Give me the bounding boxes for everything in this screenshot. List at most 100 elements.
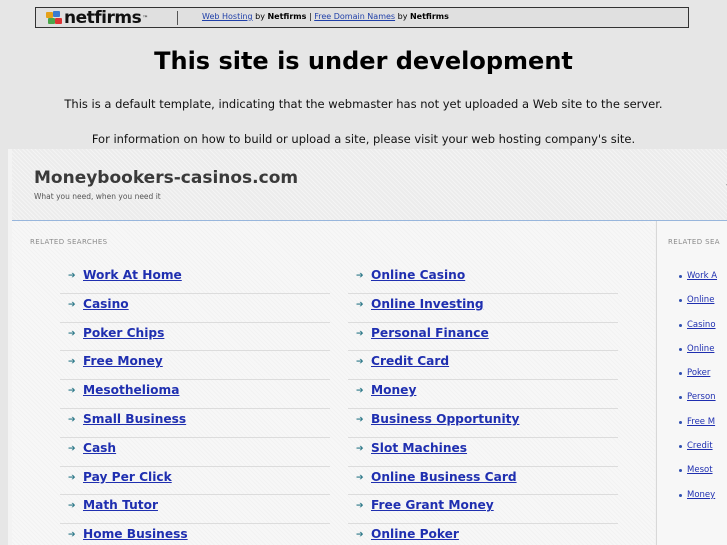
arrow-right-icon: ➔	[68, 472, 76, 483]
sidebar-keyword-item: Online	[679, 344, 727, 368]
links-divider: |	[308, 12, 312, 21]
keyword-item: ➔ Home Business	[60, 524, 330, 545]
sidebar-keyword-item: Work A	[679, 271, 727, 295]
keyword-link[interactable]: Online Poker	[371, 527, 459, 541]
keyword-link[interactable]: Casino	[83, 297, 129, 311]
arrow-right-icon: ➔	[356, 472, 364, 483]
keyword-item: ➔ Casino	[60, 294, 330, 323]
keyword-link[interactable]: Poker Chips	[83, 326, 164, 340]
sidebar-keyword-item: Money	[679, 490, 727, 514]
netfirms-logo-icon	[46, 11, 62, 25]
keyword-link[interactable]: Cash	[83, 441, 116, 455]
by-label-1: by	[255, 12, 265, 21]
keyword-link[interactable]: Work At Home	[83, 268, 182, 282]
sidebar-keyword-link[interactable]: Money	[687, 490, 715, 500]
arrow-right-icon: ➔	[68, 386, 76, 397]
netfirms-banner: netfirms ™ Web Hosting by Netfirms | Free…	[35, 7, 689, 28]
page: netfirms ™ Web Hosting by Netfirms | Free…	[0, 0, 727, 545]
keyword-item: ➔ Free Grant Money	[348, 495, 618, 525]
keyword-item: ➔ Personal Finance	[348, 323, 618, 352]
arrow-right-icon: ➔	[356, 530, 364, 541]
sidebar-related-heading: RELATED SEA	[668, 238, 720, 246]
related-searches-main: RELATED SEARCHES ➔ Work At Home ➔ Casino ➔ Po…	[12, 221, 655, 545]
keyword-item: ➔ Free Money	[60, 351, 330, 381]
arrow-right-icon: ➔	[356, 386, 364, 397]
web-hosting-link[interactable]: Web Hosting	[202, 12, 253, 21]
arrow-right-icon: ➔	[356, 271, 364, 281]
sidebar-keyword-item: Casino	[679, 320, 727, 344]
keyword-link[interactable]: Online Investing	[371, 297, 484, 311]
arrow-right-icon: ➔	[68, 501, 76, 512]
site-title[interactable]: Moneybookers-casinos.com	[34, 168, 298, 188]
arrow-right-icon: ➔	[356, 357, 364, 368]
sidebar-keyword-link[interactable]: Credit	[687, 441, 713, 451]
keyword-item: ➔ Poker Chips	[60, 323, 330, 352]
sidebar-keyword-item: Poker	[679, 368, 727, 392]
arrow-right-icon: ➔	[68, 271, 76, 281]
by-label-2: by	[397, 12, 408, 21]
arrow-right-icon: ➔	[356, 328, 364, 339]
keyword-link[interactable]: Credit Card	[371, 354, 449, 368]
keyword-item: ➔ Math Tutor	[60, 495, 330, 525]
sidebar-keyword-link[interactable]: Person	[687, 392, 716, 402]
bullet-icon	[679, 323, 682, 327]
sidebar-keyword-link[interactable]: Poker	[687, 368, 710, 378]
keyword-list-left: ➔ Work At Home ➔ Casino ➔ Poker Chips ➔ Free Mo…	[60, 265, 330, 545]
keyword-link[interactable]: Online Business Card	[371, 470, 517, 484]
related-searches-sidebar: RELATED SEA Work A Online Casino Online Poke…	[656, 221, 727, 545]
parked-page-header: Moneybookers-casinos.com What you need, …	[12, 149, 727, 221]
sidebar-keyword-item: Person	[679, 392, 727, 416]
keyword-item: ➔ Small Business	[60, 409, 330, 438]
keyword-link[interactable]: Math Tutor	[83, 498, 158, 512]
sidebar-keyword-link[interactable]: Work A	[687, 271, 717, 281]
arrow-right-icon: ➔	[356, 414, 364, 425]
page-title: This site is under development	[154, 47, 573, 75]
keyword-item: ➔ Work At Home	[60, 265, 330, 294]
keyword-item: ➔ Money	[348, 380, 618, 409]
keyword-item: ➔ Online Investing	[348, 294, 618, 323]
keyword-item: ➔ Online Business Card	[348, 467, 618, 496]
sidebar-keyword-link[interactable]: Online	[687, 344, 714, 354]
keyword-link[interactable]: Business Opportunity	[371, 412, 519, 426]
keyword-link[interactable]: Slot Machines	[371, 441, 467, 455]
notice-line-2: For information on how to build or uploa…	[91, 132, 636, 146]
arrow-right-icon: ➔	[68, 443, 76, 454]
keyword-link[interactable]: Small Business	[83, 412, 186, 426]
netfirms-brand-2: Netfirms	[409, 12, 449, 21]
bullet-icon	[679, 275, 682, 278]
related-searches-heading: RELATED SEARCHES	[30, 238, 108, 246]
bullet-icon	[679, 396, 682, 400]
sidebar-keyword-item: Online	[679, 295, 727, 319]
arrow-right-icon: ➔	[68, 414, 76, 425]
keyword-link[interactable]: Pay Per Click	[83, 470, 172, 484]
keyword-link[interactable]: Free Grant Money	[371, 498, 494, 512]
banner-divider	[177, 11, 178, 25]
sidebar-keyword-item: Free M	[679, 417, 727, 441]
keyword-item: ➔ Business Opportunity	[348, 409, 618, 438]
keyword-link[interactable]: Mesothelioma	[83, 383, 179, 397]
keyword-item: ➔ Credit Card	[348, 351, 618, 381]
arrow-right-icon: ➔	[68, 530, 76, 541]
sidebar-keyword-item: Credit	[679, 441, 727, 465]
keyword-link[interactable]: Personal Finance	[371, 326, 489, 340]
bullet-icon	[679, 299, 682, 303]
parked-page-frame: Moneybookers-casinos.com What you need, …	[8, 149, 727, 545]
bullet-icon	[679, 493, 682, 497]
keyword-link[interactable]: Home Business	[83, 527, 188, 541]
sidebar-keyword-link[interactable]: Online	[687, 295, 714, 305]
arrow-right-icon: ➔	[68, 299, 76, 310]
arrow-right-icon: ➔	[356, 501, 364, 512]
keyword-item: ➔ Cash	[60, 438, 330, 467]
keyword-item: ➔ Mesothelioma	[60, 380, 330, 409]
netfirms-logo-tm: ™	[142, 14, 148, 22]
keyword-item: ➔ Online Casino	[348, 265, 618, 294]
netfirms-logo-text: netfirms	[64, 8, 142, 28]
keyword-link[interactable]: Free Money	[83, 354, 163, 368]
keyword-link[interactable]: Online Casino	[371, 268, 465, 282]
keyword-link[interactable]: Money	[371, 383, 416, 397]
netfirms-logo[interactable]: netfirms ™	[46, 8, 148, 28]
free-domain-names-link[interactable]: Free Domain Names	[314, 12, 395, 21]
sidebar-keyword-link[interactable]: Free M	[687, 417, 715, 427]
sidebar-keyword-link[interactable]: Mesot	[687, 465, 713, 475]
sidebar-keyword-link[interactable]: Casino	[687, 320, 716, 330]
